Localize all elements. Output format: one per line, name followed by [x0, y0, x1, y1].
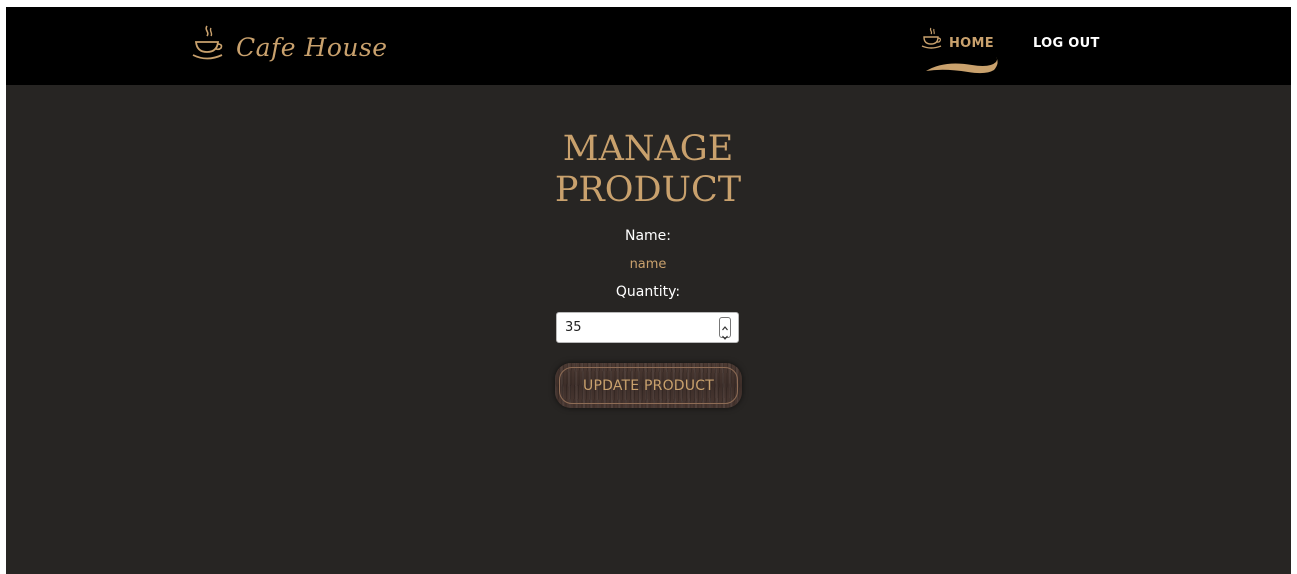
- app-window: Cafe House HOME LOG OUT MANAGE PRODUCT N…: [6, 7, 1291, 574]
- quantity-stepper[interactable]: [719, 317, 731, 340]
- brand-logo-link[interactable]: Cafe House: [192, 25, 388, 63]
- quantity-label: Quantity:: [615, 284, 681, 300]
- brand-name: Cafe House: [236, 32, 388, 62]
- page-title-line1: MANAGE: [562, 129, 734, 169]
- nav-home-link[interactable]: HOME: [918, 27, 1000, 77]
- name-value: name: [629, 257, 667, 272]
- name-label: Name:: [624, 228, 672, 244]
- update-product-label: UPDATE PRODUCT: [559, 367, 738, 404]
- page-title: MANAGE PRODUCT: [448, 129, 848, 211]
- quantity-field: [556, 312, 739, 343]
- nav-home-label: HOME: [949, 36, 994, 51]
- swash-underline-icon: [924, 53, 1000, 81]
- quantity-input[interactable]: [565, 313, 705, 342]
- update-product-button[interactable]: UPDATE PRODUCT: [555, 363, 742, 408]
- top-navbar: Cafe House HOME LOG OUT: [6, 7, 1291, 85]
- page-title-line2: PRODUCT: [554, 170, 742, 210]
- chevron-up-icon[interactable]: [721, 318, 729, 331]
- coffee-cup-icon: [921, 27, 943, 55]
- nav-logout-link[interactable]: LOG OUT: [1033, 36, 1100, 51]
- coffee-cup-icon: [192, 25, 226, 63]
- chevron-down-icon[interactable]: [721, 327, 729, 340]
